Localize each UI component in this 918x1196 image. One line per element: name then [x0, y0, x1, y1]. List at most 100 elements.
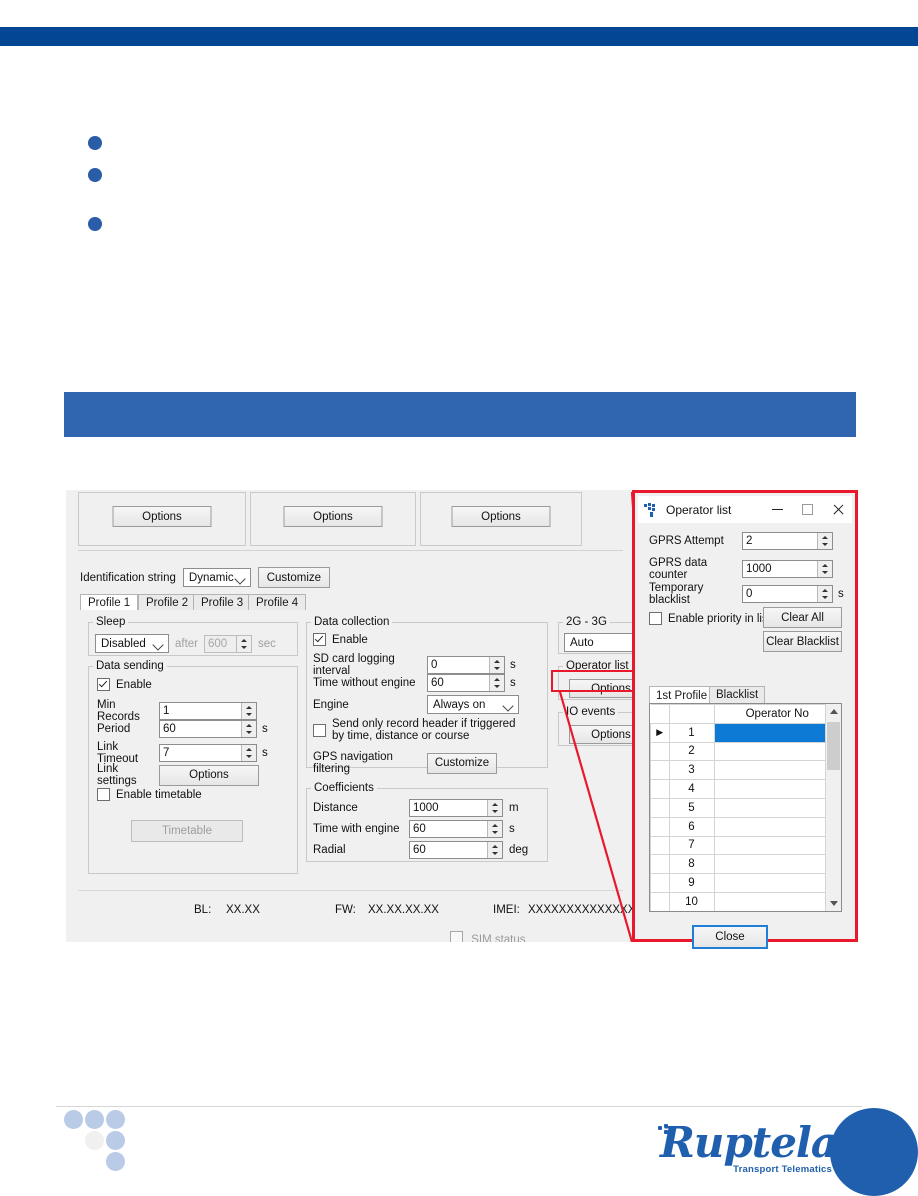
- gps-filtering-customize-button[interactable]: Customize: [427, 752, 497, 774]
- bullet-point-3: [88, 217, 102, 231]
- row-operator-no[interactable]: [713, 816, 841, 837]
- sleep-mode-select[interactable]: Disabled: [95, 634, 169, 653]
- tab-1st-profile[interactable]: 1st Profile: [649, 686, 715, 704]
- chevron-down-icon: [502, 700, 514, 712]
- row-index: 5: [668, 797, 715, 818]
- table-row[interactable]: 6: [650, 816, 841, 837]
- engine-select[interactable]: Always on: [427, 695, 519, 714]
- top-panel-3-options-button[interactable]: Options: [451, 506, 551, 527]
- spinner-icon[interactable]: [487, 800, 502, 816]
- row-operator-no[interactable]: [713, 854, 841, 875]
- spinner-icon[interactable]: [817, 586, 832, 602]
- table-row[interactable]: 2: [650, 741, 841, 762]
- temporary-blacklist-input[interactable]: 0: [742, 585, 833, 603]
- table-row[interactable]: 5: [650, 797, 841, 818]
- link-timeout-input[interactable]: 7: [159, 744, 257, 762]
- identification-string-select[interactable]: Dynamic: [182, 568, 251, 587]
- spinner-icon[interactable]: [817, 533, 832, 549]
- spinner-icon[interactable]: [489, 675, 504, 691]
- scrollbar-thumb[interactable]: [827, 722, 840, 770]
- minimize-icon[interactable]: [762, 497, 792, 522]
- spinner-icon[interactable]: [489, 657, 504, 673]
- table-row[interactable]: 7: [650, 835, 841, 856]
- gprs-data-counter-value: 1000: [746, 563, 772, 575]
- close-icon[interactable]: [822, 497, 852, 522]
- send-header-only-checkbox[interactable]: [313, 724, 326, 737]
- sd-logging-interval-input[interactable]: 0: [427, 656, 505, 674]
- io-events-options-button[interactable]: Options: [569, 725, 641, 744]
- tab-profile-3[interactable]: Profile 3: [193, 594, 252, 611]
- min-records-input[interactable]: 1: [159, 702, 257, 720]
- identification-customize-button[interactable]: Customize: [257, 567, 330, 588]
- row-operator-no[interactable]: [713, 873, 841, 893]
- sim-status-checkbox[interactable]: [450, 931, 463, 942]
- clear-blacklist-button[interactable]: Clear Blacklist: [763, 631, 842, 652]
- time-with-engine-input[interactable]: 60: [409, 820, 503, 838]
- top-panels-row: Options Options Options: [78, 492, 623, 548]
- table-row[interactable]: 10: [650, 891, 841, 911]
- gprs-data-counter-input[interactable]: 1000: [742, 560, 833, 578]
- table-scrollbar[interactable]: [825, 704, 841, 911]
- coefficients-legend: Coefficients: [314, 782, 374, 794]
- spinner-icon[interactable]: [487, 842, 502, 858]
- row-operator-no[interactable]: [713, 722, 841, 743]
- row-operator-no[interactable]: [713, 891, 841, 911]
- bootloader-label: BL:: [194, 904, 212, 916]
- spinner-icon[interactable]: [241, 721, 256, 737]
- table-row[interactable]: 8: [650, 854, 841, 875]
- enable-priority-checkbox[interactable]: [649, 612, 662, 625]
- tab-blacklist[interactable]: Blacklist: [709, 686, 766, 703]
- enable-timetable-checkbox[interactable]: [97, 788, 110, 801]
- sleep-after-input[interactable]: 600: [204, 634, 253, 653]
- row-operator-no[interactable]: [713, 835, 841, 856]
- scroll-down-icon[interactable]: [830, 901, 838, 906]
- row-operator-no[interactable]: [713, 760, 841, 781]
- time-without-engine-input[interactable]: 60: [427, 674, 505, 692]
- tab-profile-2[interactable]: Profile 2: [138, 594, 197, 611]
- clear-all-button[interactable]: Clear All: [763, 607, 842, 628]
- time-without-engine-label: Time without engine: [313, 677, 416, 689]
- table-row[interactable]: 3: [650, 760, 841, 781]
- operator-table-wrapper: Operator No ▶ 1 2 3 4 5 6 7 8 9 10: [649, 703, 842, 912]
- period-input[interactable]: 60: [159, 720, 257, 738]
- row-operator-no[interactable]: [713, 797, 841, 818]
- top-panel-1-options-button[interactable]: Options: [112, 506, 212, 527]
- link-settings-options-button[interactable]: Options: [159, 764, 259, 786]
- spinner-icon[interactable]: [241, 745, 256, 761]
- close-button[interactable]: Close: [692, 925, 768, 949]
- distance-input[interactable]: 1000: [409, 799, 503, 817]
- spinner-icon[interactable]: [817, 561, 832, 577]
- spinner-icon[interactable]: [487, 821, 502, 837]
- timetable-button[interactable]: Timetable: [131, 820, 243, 842]
- status-bar: BL: XX.XX FW: XX.XX.XX.XX IMEI: XXXXXXXX…: [78, 890, 641, 933]
- row-operator-no[interactable]: [713, 741, 841, 762]
- ruptela-dots-icon: [658, 1124, 684, 1146]
- dialog-titlebar[interactable]: Operator list: [638, 496, 852, 523]
- gprs-attempt-input[interactable]: 2: [742, 532, 833, 550]
- spinner-icon[interactable]: [241, 703, 256, 719]
- radial-input[interactable]: 60: [409, 841, 503, 859]
- top-panel-1: Options: [78, 492, 246, 546]
- scroll-up-icon[interactable]: [830, 709, 838, 714]
- data-sending-enable-checkbox[interactable]: [97, 678, 110, 691]
- footer-decorative-dots: [64, 1110, 134, 1180]
- spinner-icon[interactable]: [236, 635, 252, 652]
- table-row[interactable]: 4: [650, 779, 841, 799]
- table-row[interactable]: 9: [650, 873, 841, 893]
- row-operator-no[interactable]: [713, 779, 841, 799]
- maximize-icon[interactable]: [792, 497, 822, 522]
- dialog-title: Operator list: [666, 502, 732, 517]
- table-row[interactable]: ▶ 1: [650, 722, 841, 743]
- imei-value: XXXXXXXXXXXXXXX: [528, 904, 641, 916]
- temporary-blacklist-value: 0: [746, 588, 753, 600]
- network-mode-select[interactable]: Auto: [564, 633, 641, 652]
- top-panel-2-options-button[interactable]: Options: [283, 506, 383, 527]
- data-collection-enable-label: Enable: [332, 633, 368, 646]
- sd-logging-interval-value: 0: [431, 659, 438, 671]
- sleep-after-label: after: [175, 637, 199, 650]
- tab-profile-4[interactable]: Profile 4: [248, 594, 307, 611]
- send-header-only-label: Send only record header if triggered by …: [332, 718, 516, 742]
- sleep-after-value: 600: [208, 637, 228, 650]
- panel-divider: [78, 550, 623, 551]
- data-collection-enable-checkbox[interactable]: [313, 633, 326, 646]
